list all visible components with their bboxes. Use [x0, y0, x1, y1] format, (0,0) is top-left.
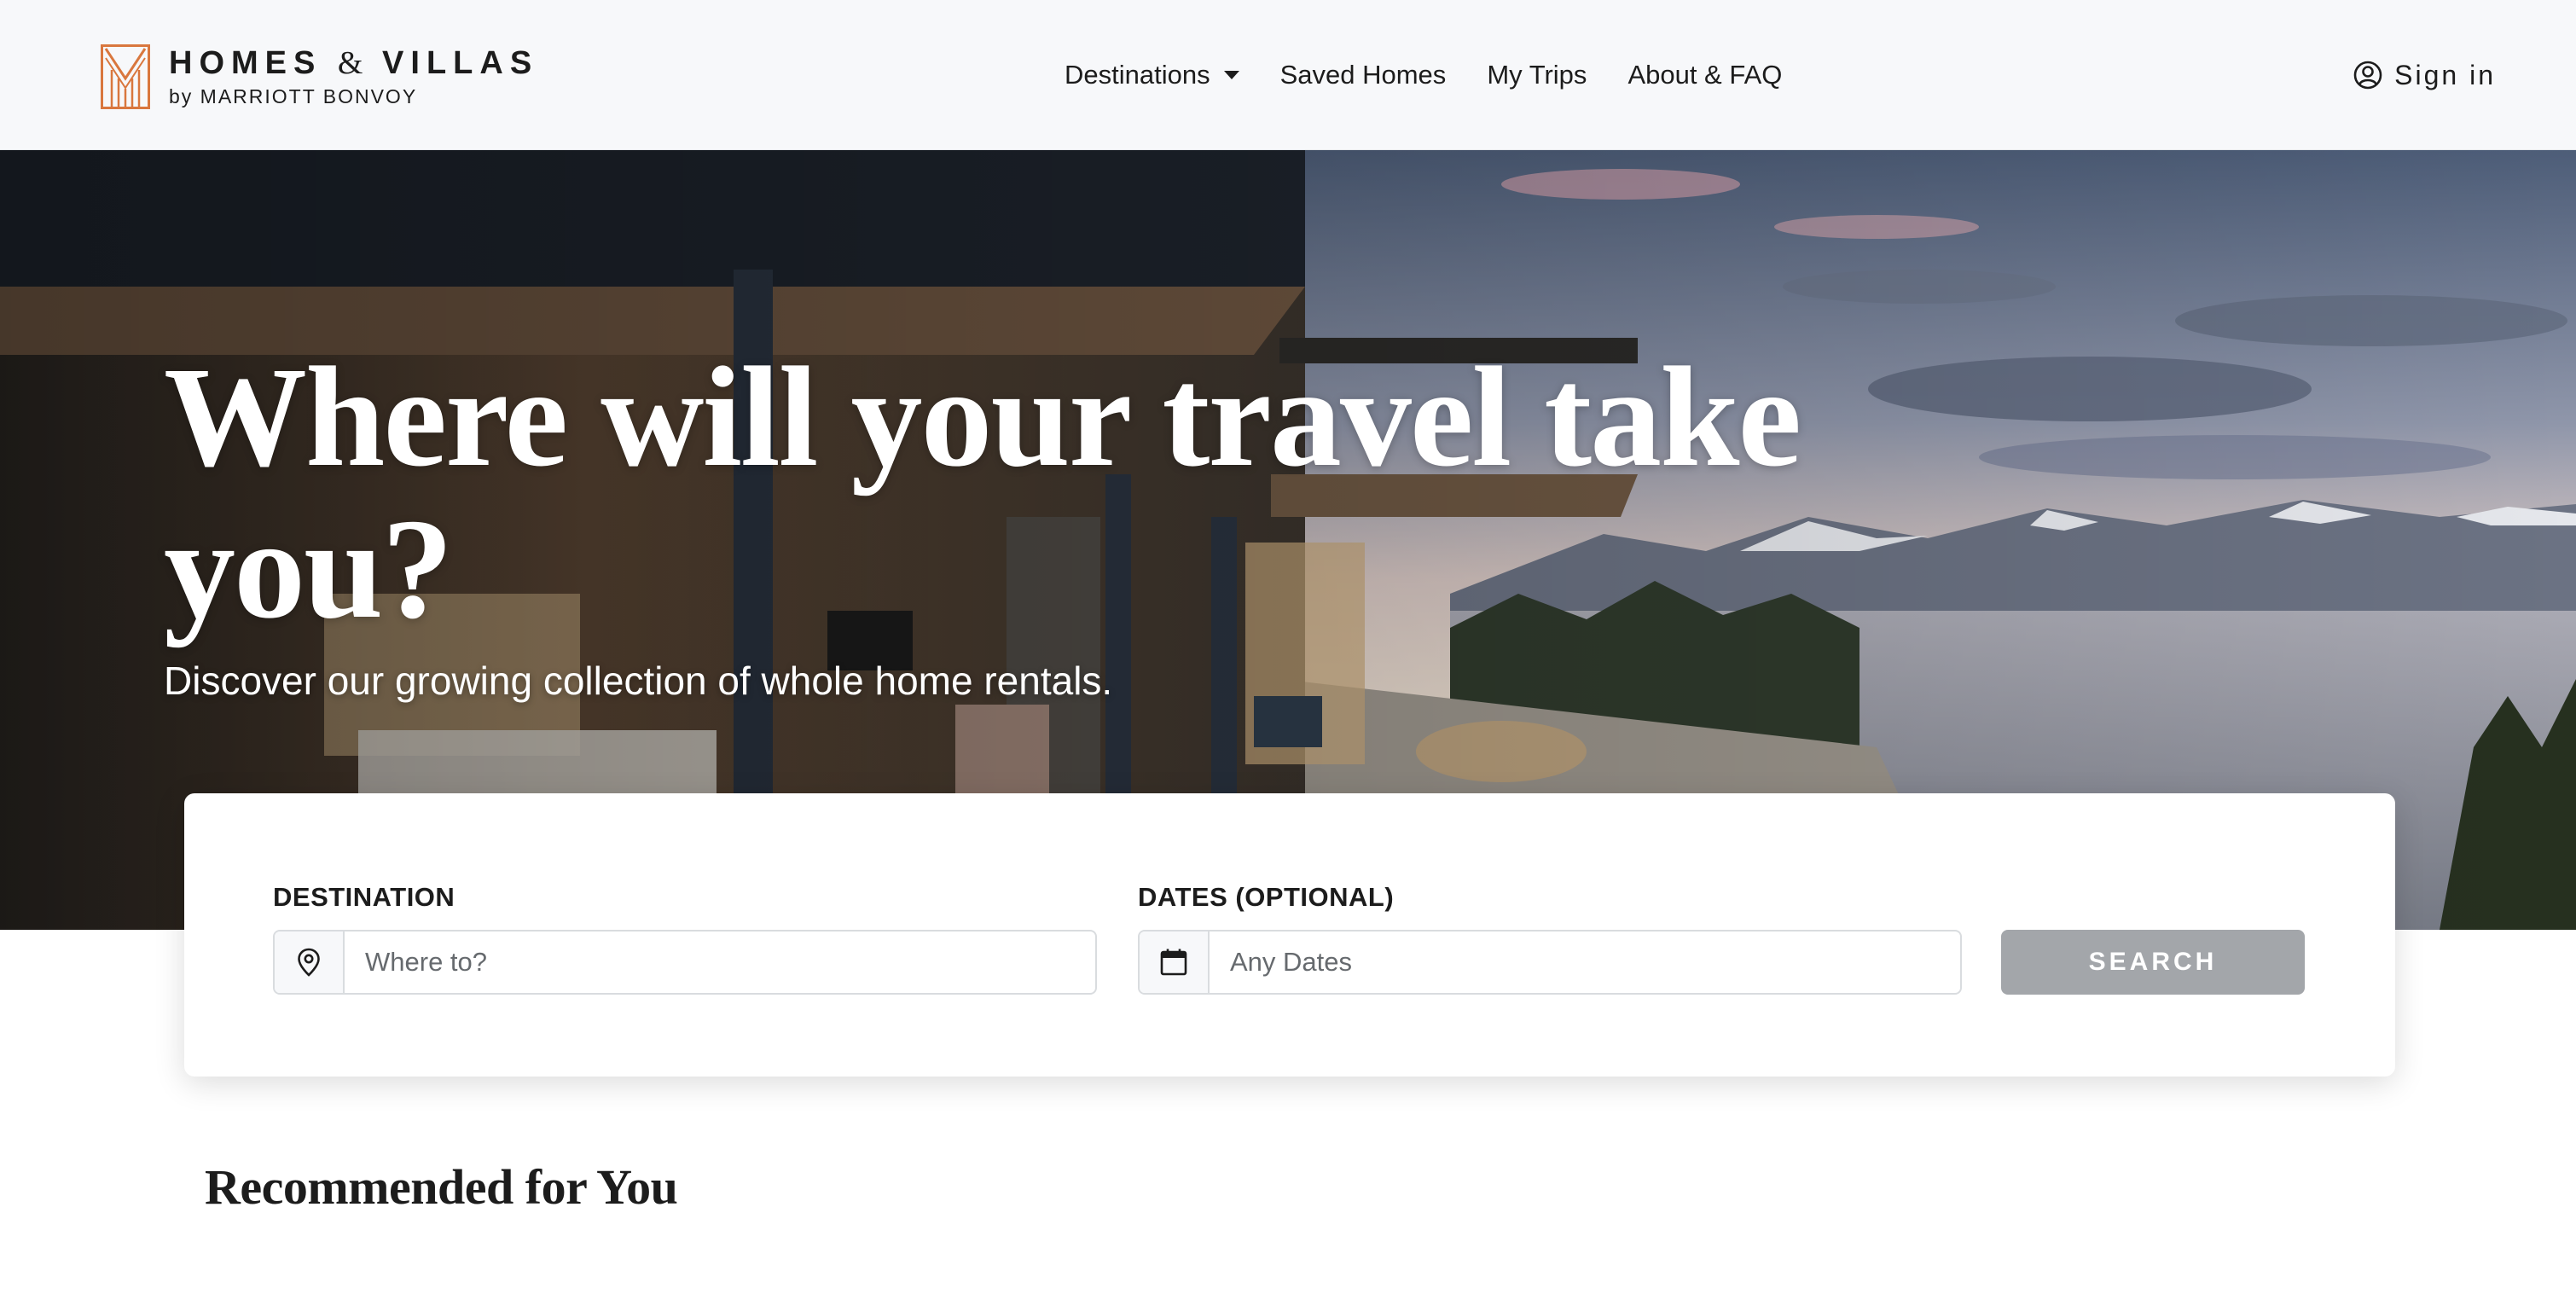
map-pin-icon: [298, 948, 320, 977]
logo-wordmark: HOMES & VILLAS by MARRIOTT BONVOY: [169, 44, 538, 109]
recommended-section-title: Recommended for You: [205, 1159, 678, 1215]
nav-about-faq[interactable]: About & FAQ: [1627, 56, 1782, 94]
main-nav: Destinations Saved Homes My Trips About …: [1065, 56, 1782, 94]
site-header: HOMES & VILLAS by MARRIOTT BONVOY Destin…: [0, 0, 2576, 150]
dates-input[interactable]: [1210, 931, 1960, 993]
sign-in-label: Sign in: [2394, 60, 2496, 90]
dates-label: DATES (OPTIONAL): [1138, 882, 1395, 912]
sign-in-button[interactable]: Sign in: [2353, 56, 2496, 94]
destination-input[interactable]: [345, 931, 1095, 993]
hero-title: Where will your travel take you?: [164, 338, 1801, 648]
calendar-icon: [1160, 949, 1187, 976]
destination-icon-box: [275, 931, 345, 993]
homes-and-villas-logo[interactable]: HOMES & VILLAS by MARRIOTT BONVOY: [101, 44, 538, 109]
dates-field[interactable]: [1138, 930, 1962, 995]
logo-brand-name: HOMES & VILLAS: [169, 44, 538, 82]
logo-brand-ampersand: &: [337, 45, 367, 81]
user-circle-icon: [2353, 61, 2382, 90]
destination-field[interactable]: [273, 930, 1097, 995]
caret-down-icon: [1223, 71, 1239, 79]
search-button[interactable]: SEARCH: [2001, 930, 2305, 995]
nav-my-trips[interactable]: My Trips: [1487, 56, 1587, 94]
logo-subtitle: by MARRIOTT BONVOY: [169, 85, 418, 107]
logo-brand-villas: VILLAS: [382, 45, 539, 81]
destination-label: DESTINATION: [273, 882, 455, 912]
logo-mark-icon: [101, 44, 150, 109]
dates-icon-box: [1140, 931, 1210, 993]
nav-destinations-dropdown[interactable]: Destinations: [1065, 56, 1239, 94]
hero-subtitle: Discover our growing collection of whole…: [164, 659, 1113, 703]
logo-brand-homes: HOMES: [169, 45, 322, 81]
nav-destinations-label: Destinations: [1065, 60, 1210, 90]
nav-saved-homes[interactable]: Saved Homes: [1280, 56, 1447, 94]
search-card: DESTINATION DATES (OPTIONAL) SEARCH: [184, 793, 2395, 1077]
